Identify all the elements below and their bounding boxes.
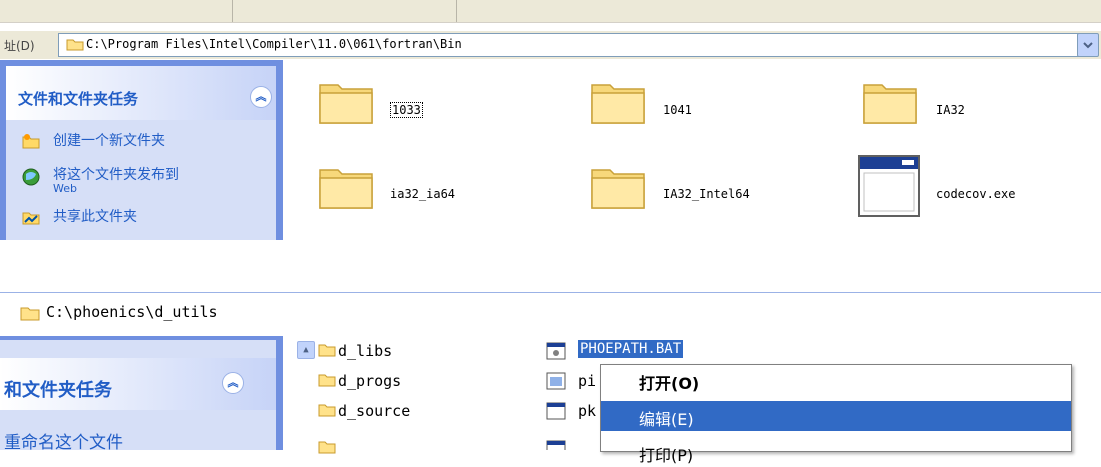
task-pane-title-2: 和文件夹任务 [4,380,112,401]
collapse-button-2[interactable]: ︽ [222,372,244,394]
file-name-ia32-intel64[interactable]: IA32_Intel64 [663,187,750,201]
file-icon [546,440,566,450]
folder-icon [318,374,336,387]
new-folder-icon [22,134,40,149]
chevron-down-icon [1083,42,1093,49]
address-dropdown-button[interactable] [1077,33,1099,57]
address-path-2: C:\phoenics\d_utils [46,303,218,321]
file-name-codecov[interactable]: codecov.exe [936,187,1015,201]
chevron-up-double-icon: ︽ [255,90,267,103]
folder-icon[interactable] [590,160,646,210]
address-label: 址(D) [4,39,35,53]
menu-item-print-label: 打印(P) [639,446,694,465]
folder-icon [318,441,336,454]
divider [0,292,1101,293]
menu-item-open[interactable]: 打开(O) [601,365,1071,395]
exe-application-icon[interactable] [858,155,920,217]
task-pane-title: 文件和文件夹任务 [18,90,139,108]
toolbar-separator [232,0,233,22]
folder-d-source[interactable]: d_source [338,402,410,420]
menu-item-print[interactable]: 打印(P) [601,437,1071,467]
folder-icon [66,39,84,51]
context-menu: 打开(O) 编辑(E) 打印(P) [600,364,1072,465]
folder-icon[interactable] [318,160,374,210]
file-name-ia32[interactable]: IA32 [936,103,965,117]
folder-icon [318,344,336,357]
file-phoepath-bat[interactable]: PHOEPATH.BAT [578,340,684,358]
folder-icon[interactable] [318,75,374,125]
file-name-ia32-ia64[interactable]: ia32_ia64 [390,187,455,201]
menu-item-edit-label: 编辑(E) [639,410,694,429]
file-icon [546,372,566,390]
chevron-up-double-icon: ︽ [227,376,239,389]
folder-d-libs[interactable]: d_libs [338,342,392,360]
task-link-share[interactable]: 共享此文件夹 [53,206,137,226]
batch-file-icon [546,342,566,360]
task-link-rename[interactable]: 重命名这个文件 [4,428,123,453]
address-path: C:\Program Files\Intel\Compiler\11.0\061… [86,37,462,51]
task-link-new-folder[interactable]: 创建一个新文件夹 [53,130,165,150]
folder-icon[interactable] [862,75,918,125]
file-pk[interactable]: pk [578,402,596,420]
file-name-1033[interactable]: 1033 [390,102,423,118]
menu-item-edit[interactable]: 编辑(E) [601,401,1071,431]
share-folder-icon [22,212,40,225]
scroll-up-button[interactable]: ▲ [297,341,315,359]
toolbar-separator [456,0,457,22]
collapse-button[interactable]: ︽ [250,86,272,108]
file-icon [546,402,566,420]
folder-icon[interactable] [590,75,646,125]
publish-web-icon [22,168,40,186]
task-link-publish-web[interactable]: Web [53,182,77,195]
file-pi[interactable]: pi [578,372,596,390]
folder-icon [20,307,40,321]
file-name-1041[interactable]: 1041 [663,103,692,117]
folder-d-progs[interactable]: d_progs [338,372,401,390]
task-link-publish[interactable]: 将这个文件夹发布到 [53,164,179,184]
folder-icon [318,404,336,417]
menu-item-open-label: 打开(O) [639,374,700,393]
toolbar [0,0,1101,23]
